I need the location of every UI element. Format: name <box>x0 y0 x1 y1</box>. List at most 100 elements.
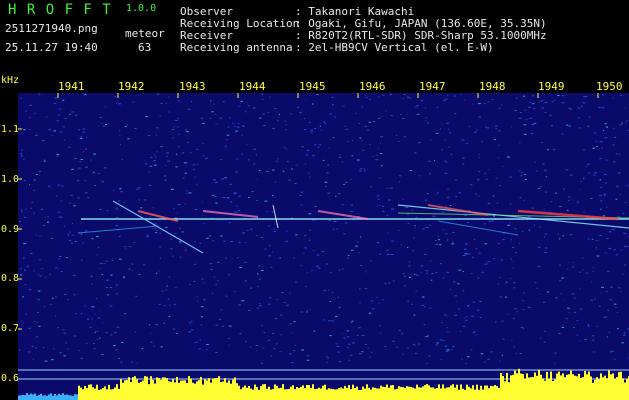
noise-speck <box>271 211 274 213</box>
signal-strength-bar <box>482 389 484 400</box>
noise-speck <box>178 133 180 135</box>
noise-speck <box>203 299 206 301</box>
noise-speck <box>388 282 391 284</box>
noise-speck <box>228 325 232 327</box>
noise-speck <box>326 172 329 174</box>
noise-speck <box>38 93 41 95</box>
noise-speck <box>481 271 484 273</box>
signal-strength-bar <box>352 384 354 400</box>
signal-strength-bar <box>172 379 174 400</box>
noise-speck <box>471 315 475 317</box>
noise-speck <box>91 318 93 320</box>
noise-speck <box>516 311 519 313</box>
noise-speck <box>150 216 152 218</box>
noise-speck <box>351 320 354 322</box>
signal-strength-bar <box>226 382 228 400</box>
noise-speck <box>199 339 201 341</box>
noise-speck <box>81 233 83 235</box>
noise-speck <box>515 353 517 354</box>
noise-speck <box>596 325 598 327</box>
noise-speck <box>388 199 391 201</box>
signal-strength-bar <box>444 388 446 400</box>
noise-speck <box>165 102 167 104</box>
noise-speck <box>620 249 624 251</box>
noise-speck <box>347 254 350 256</box>
noise-speck <box>627 236 629 238</box>
noise-speck <box>285 230 289 232</box>
noise-speck <box>429 307 432 309</box>
noise-speck <box>306 355 310 357</box>
signal-strength-bar <box>612 373 614 400</box>
noise-speck <box>395 134 398 136</box>
noise-speck <box>260 362 264 364</box>
info-receiver-value: : R820T2(RTL-SDR) SDR-Sharp 53.1000MHz <box>295 29 547 42</box>
noise-speck <box>483 361 487 363</box>
noise-speck <box>328 320 331 322</box>
noise-speck <box>154 227 156 229</box>
noise-speck <box>174 287 178 289</box>
noise-speck <box>451 243 455 245</box>
noise-speck <box>115 208 119 210</box>
noise-speck <box>272 127 276 129</box>
noise-speck <box>267 112 270 113</box>
noise-speck <box>592 266 595 268</box>
noise-speck <box>179 256 182 258</box>
signal-strength-bar <box>356 386 358 400</box>
noise-speck <box>57 184 61 186</box>
noise-speck <box>444 205 448 207</box>
signal-strength-bar <box>180 380 182 400</box>
noise-speck <box>581 105 583 107</box>
noise-speck <box>189 283 192 285</box>
noise-speck <box>92 171 95 173</box>
noise-speck <box>603 193 607 195</box>
noise-speck <box>28 289 32 291</box>
noise-speck <box>308 121 311 123</box>
noise-speck <box>592 147 595 149</box>
signal-strength-bar <box>508 382 510 400</box>
noise-speck <box>561 326 565 328</box>
noise-speck <box>600 208 602 210</box>
signal-strength-bar <box>486 385 488 400</box>
noise-speck <box>196 296 199 298</box>
signal-strength-bar <box>218 376 220 400</box>
noise-speck <box>474 131 477 133</box>
noise-speck <box>103 322 105 324</box>
noise-speck <box>332 137 335 139</box>
noise-speck <box>590 198 593 199</box>
y-tick-label: 0.9 <box>1 224 20 235</box>
noise-speck <box>321 251 325 253</box>
noise-speck <box>623 232 627 234</box>
noise-speck <box>312 103 314 105</box>
noise-speck <box>326 357 330 359</box>
noise-speck <box>121 341 124 343</box>
noise-speck <box>166 152 169 154</box>
noise-speck <box>132 241 136 243</box>
noise-speck <box>249 346 252 348</box>
noise-speck <box>599 179 602 181</box>
noise-speck <box>305 99 307 101</box>
noise-speck <box>55 296 57 298</box>
noise-speck <box>215 324 219 326</box>
noise-speck <box>113 189 115 191</box>
noise-speck <box>407 213 410 215</box>
noise-speck <box>159 257 162 259</box>
noise-speck <box>350 178 352 180</box>
noise-speck <box>568 200 570 202</box>
noise-speck <box>511 267 514 269</box>
signal-strength-bar <box>268 386 270 400</box>
noise-speck <box>461 358 463 360</box>
noise-speck <box>128 246 132 248</box>
noise-speck <box>599 234 602 236</box>
noise-speck <box>234 211 238 213</box>
signal-strength-bar <box>170 381 172 400</box>
noise-speck <box>22 257 25 259</box>
signal-strength-bar <box>92 387 94 400</box>
noise-speck <box>462 163 465 165</box>
noise-speck <box>159 246 162 248</box>
signal-strength-bar <box>398 386 400 400</box>
noise-speck <box>607 270 610 272</box>
noise-speck <box>148 324 151 326</box>
noise-speck <box>94 185 97 186</box>
noise-speck <box>293 257 295 259</box>
signal-strength-bar <box>164 377 166 400</box>
